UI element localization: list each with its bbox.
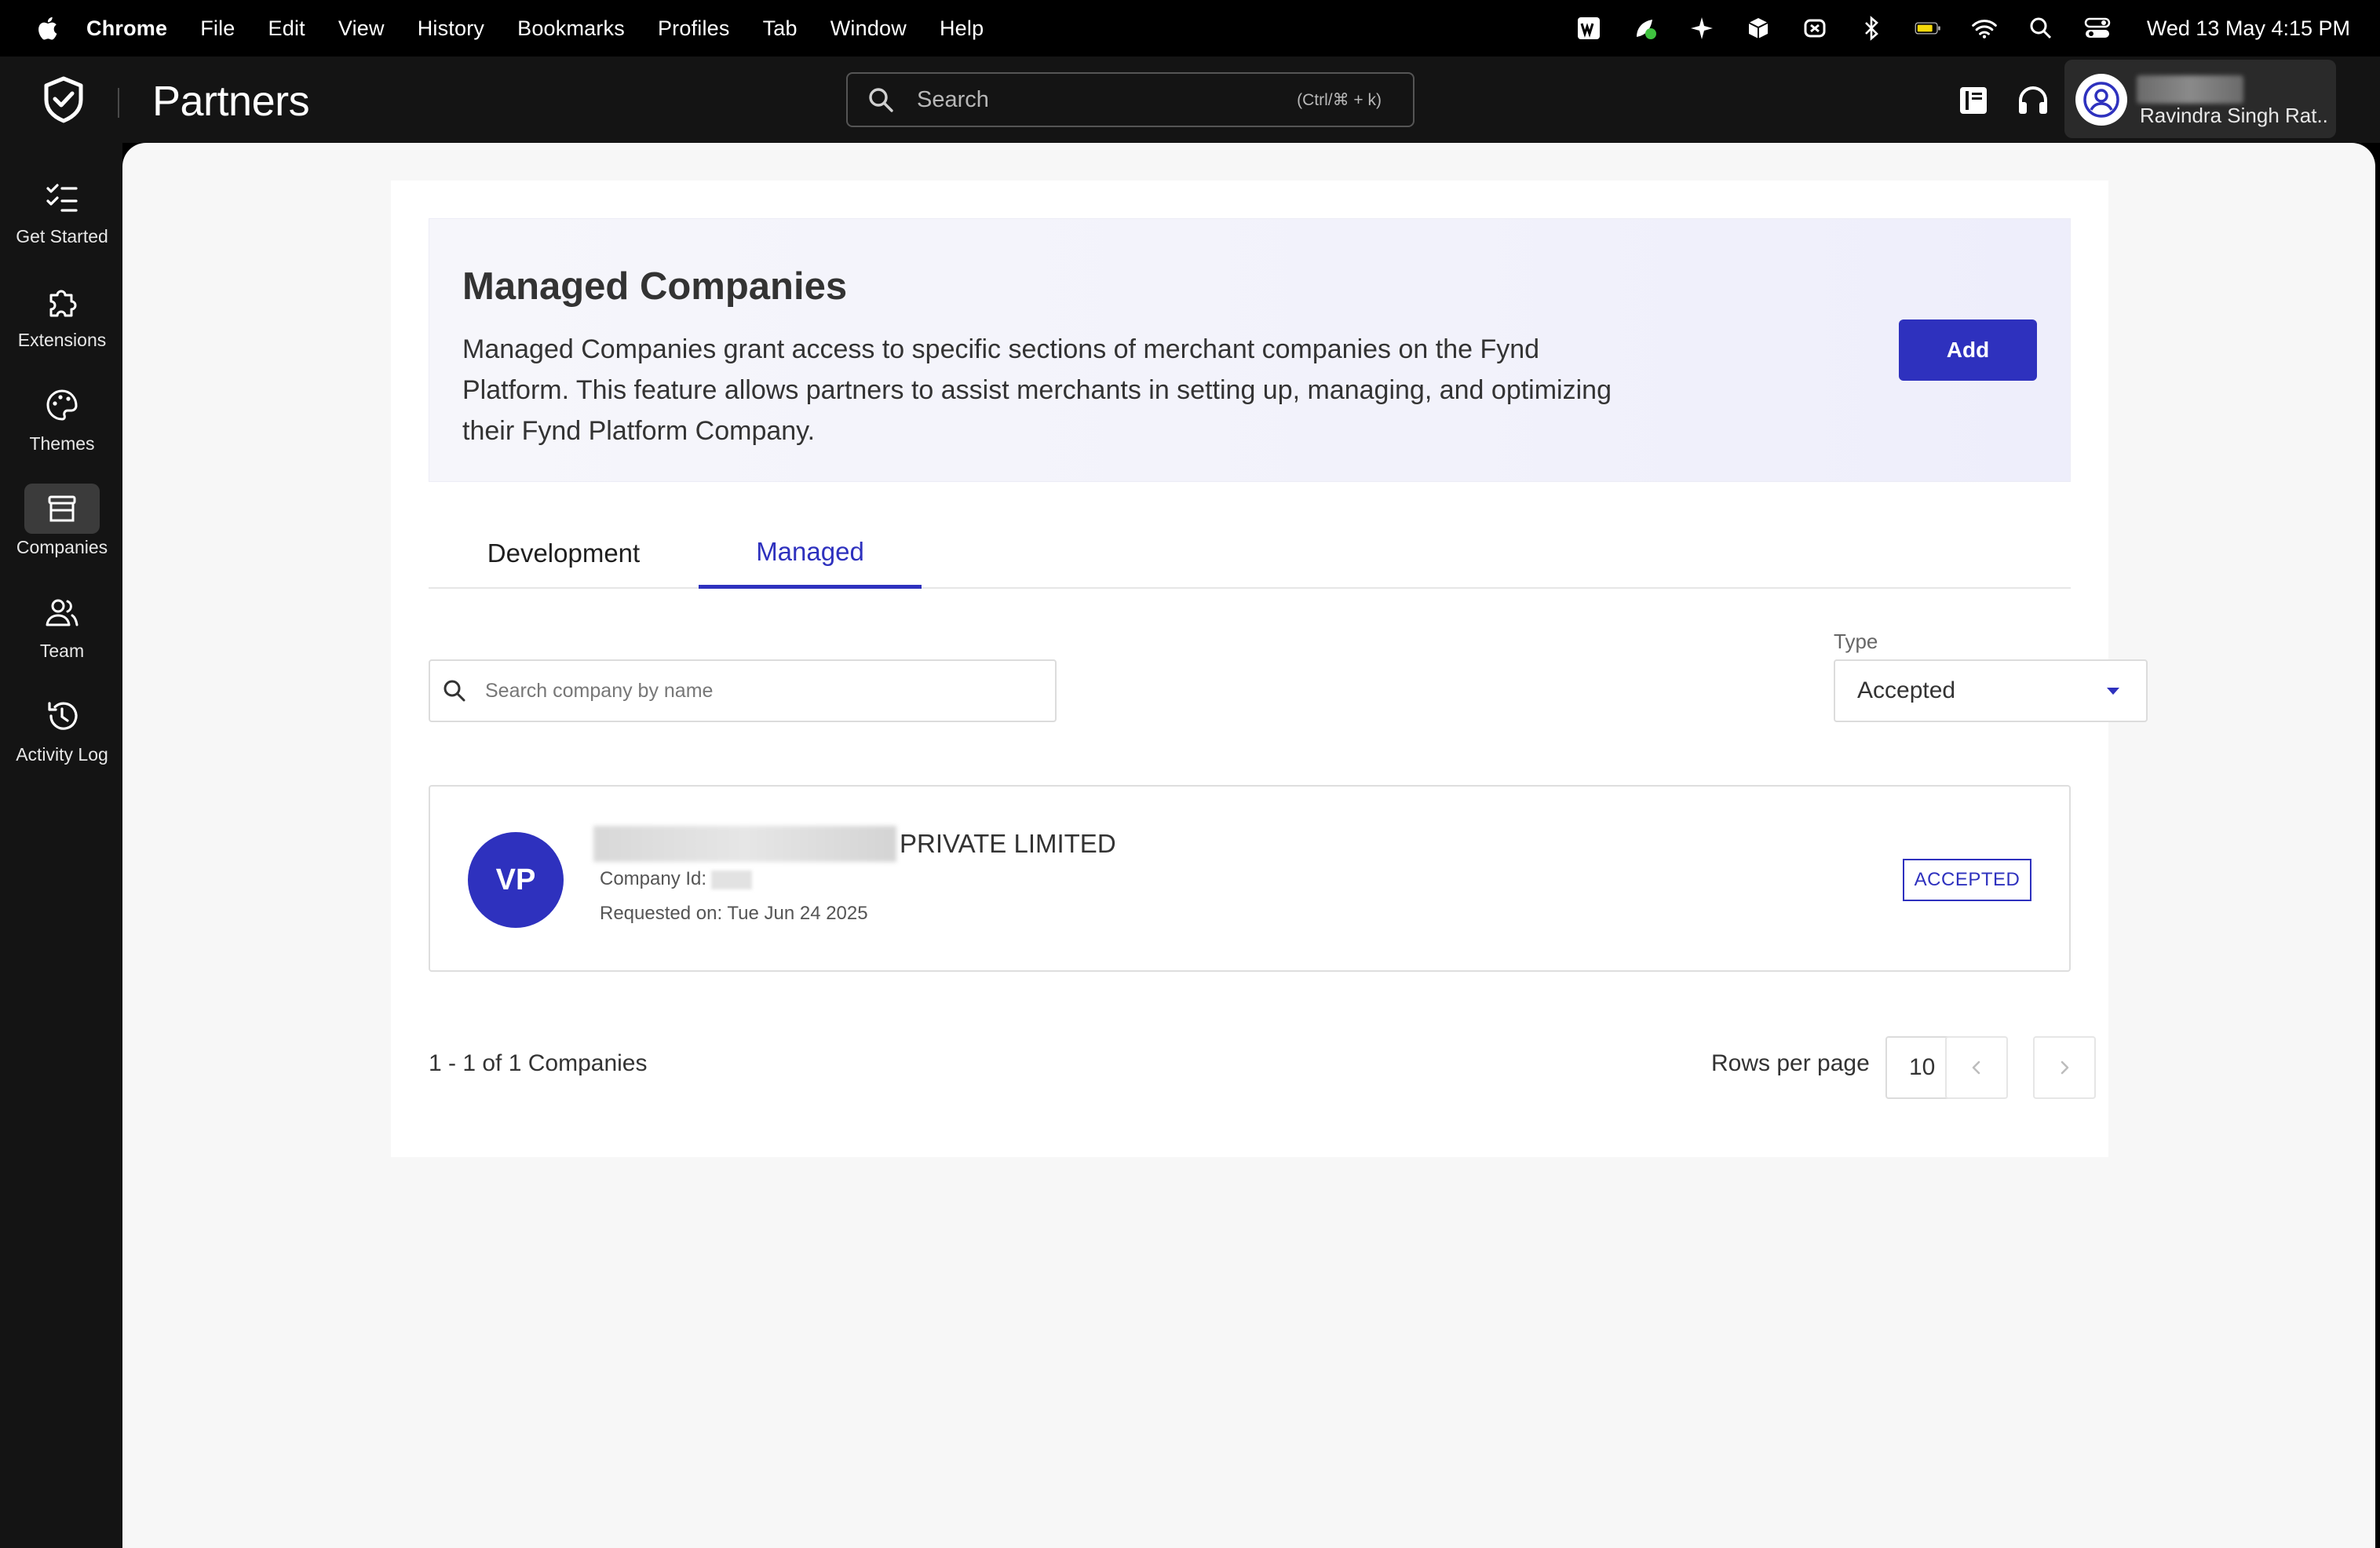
- history-icon: [48, 702, 78, 730]
- store-icon: [48, 495, 76, 522]
- wifi-icon[interactable]: [1971, 15, 1998, 42]
- user-name: Ravindra Singh Rat...: [2140, 104, 2328, 127]
- list-item[interactable]: VP PRIVATE LIMITED Company Id: Requested…: [429, 785, 2071, 972]
- status-badge: ACCEPTED: [1903, 859, 2031, 901]
- previous-page-button[interactable]: [1945, 1036, 2008, 1099]
- company-id-line: Company Id:: [600, 868, 753, 890]
- header-divider: [118, 88, 119, 118]
- sidebar-item-get-started[interactable]: Get Started: [0, 162, 124, 259]
- search-shortcut-hint: (Ctrl/⌘ + k): [1297, 90, 1382, 109]
- battery-icon[interactable]: [1915, 15, 1941, 42]
- menu-app-chrome[interactable]: Chrome: [86, 16, 167, 41]
- sidebar-item-label: Companies: [16, 537, 108, 557]
- support-headphones-icon[interactable]: [2016, 83, 2050, 118]
- page-title: Managed Companies: [462, 265, 848, 308]
- managed-companies-card: Managed Companies Managed Companies gran…: [391, 181, 2148, 1157]
- sidebar-item-companies[interactable]: Companies: [0, 473, 124, 570]
- avatar: [2075, 74, 2127, 126]
- tab-development[interactable]: Development: [429, 518, 699, 589]
- fynd-partners-logo-icon[interactable]: [38, 74, 89, 126]
- pagination-summary: 1 - 1 of 1 Companies: [429, 1050, 648, 1076]
- managed-companies-banner: Managed Companies Managed Companies gran…: [429, 218, 2071, 482]
- rows-per-page-label: Rows per page: [1711, 1050, 1870, 1076]
- menu-history[interactable]: History: [418, 16, 484, 41]
- company-tabs: Development Managed: [429, 518, 2071, 589]
- leaf-icon[interactable]: [1632, 15, 1659, 42]
- chevron-down-icon: [2107, 688, 2119, 695]
- w-app-icon[interactable]: [1575, 15, 1602, 42]
- chevron-right-icon: [2061, 1061, 2069, 1075]
- app-header: Partners Search (Ctrl/⌘ + k) Ravindra Si…: [0, 57, 2380, 143]
- user-avatar-icon: [2083, 82, 2119, 118]
- people-icon: [46, 599, 78, 626]
- documentation-icon[interactable]: [1958, 85, 1989, 116]
- global-search-box[interactable]: Search (Ctrl/⌘ + k): [846, 72, 1414, 127]
- company-search-box: [429, 659, 1057, 722]
- macos-menu-bar: Chrome File Edit View History Bookmarks …: [0, 0, 2380, 57]
- sidebar-nav: Get Started Extensions Themes Companies …: [0, 143, 122, 1548]
- next-page-button[interactable]: [2033, 1036, 2096, 1099]
- company-avatar: VP: [468, 832, 564, 928]
- company-search-input[interactable]: [485, 679, 1035, 703]
- sidebar-item-activity-log[interactable]: Activity Log: [0, 680, 124, 777]
- menu-tab[interactable]: Tab: [763, 16, 798, 41]
- menu-view[interactable]: View: [338, 16, 385, 41]
- checklist-icon: [46, 184, 78, 212]
- menubar-clock[interactable]: Wed 13 May 4:15 PM: [2147, 16, 2350, 41]
- sidebar-item-label: Team: [39, 641, 85, 661]
- type-filter-value: Accepted: [1857, 677, 1956, 703]
- redacted-org-name: [2137, 75, 2243, 104]
- headset-app-icon[interactable]: [1801, 15, 1828, 42]
- menu-edit[interactable]: Edit: [268, 16, 305, 41]
- tab-managed[interactable]: Managed: [699, 518, 922, 589]
- puzzle-icon: [49, 290, 77, 317]
- search-icon: [444, 680, 465, 702]
- control-center-icon[interactable]: [2084, 15, 2111, 42]
- apple-logo-icon[interactable]: [36, 16, 58, 41]
- palette-icon: [46, 389, 78, 421]
- menu-profiles[interactable]: Profiles: [658, 16, 730, 41]
- menu-bookmarks[interactable]: Bookmarks: [517, 16, 625, 41]
- company-id-label: Company Id:: [600, 868, 707, 889]
- rows-per-page-value: 10: [1909, 1054, 1936, 1080]
- user-profile-menu[interactable]: Ravindra Singh Rat...: [2064, 60, 2336, 138]
- company-name: PRIVATE LIMITED: [900, 829, 1116, 858]
- sidebar-item-label: Get Started: [16, 226, 108, 246]
- status-tray: Wed 13 May 4:15 PM: [1575, 0, 2350, 57]
- sidebar-item-themes[interactable]: Themes: [0, 369, 124, 466]
- spotlight-search-icon[interactable]: [2028, 15, 2054, 42]
- global-search-placeholder: Search: [917, 86, 989, 112]
- redacted-company-id: [711, 870, 753, 889]
- cube-icon[interactable]: [1745, 15, 1772, 42]
- type-filter-select[interactable]: Accepted: [1834, 659, 2148, 722]
- page-description: Managed Companies grant access to specif…: [462, 334, 1612, 446]
- search-icon: [869, 88, 893, 112]
- sidebar-item-label: Themes: [29, 433, 95, 454]
- menu-window[interactable]: Window: [830, 16, 907, 41]
- menu-help[interactable]: Help: [940, 16, 984, 41]
- sidebar-item-label: Extensions: [17, 330, 107, 350]
- menu-file[interactable]: File: [200, 16, 235, 41]
- bluetooth-icon[interactable]: [1858, 15, 1885, 42]
- main-content: Managed Companies Managed Companies gran…: [122, 143, 2375, 1548]
- brand-title: Partners: [152, 78, 310, 125]
- chevron-left-icon: [1972, 1061, 1980, 1075]
- add-button[interactable]: Add: [1899, 319, 2037, 381]
- sidebar-item-team[interactable]: Team: [0, 576, 124, 674]
- requested-on-date: Requested on: Tue Jun 24 2025: [600, 903, 868, 924]
- sidebar-item-extensions[interactable]: Extensions: [0, 265, 124, 363]
- sparkle-icon[interactable]: [1688, 15, 1715, 42]
- type-filter-label: Type: [1834, 630, 1878, 653]
- sidebar-item-label: Activity Log: [16, 744, 108, 765]
- redacted-company-name: [593, 826, 896, 862]
